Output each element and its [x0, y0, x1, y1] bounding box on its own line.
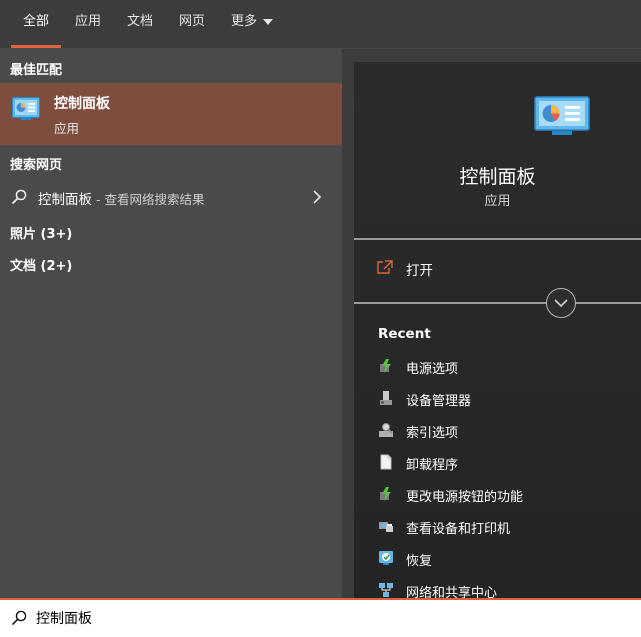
tab-web[interactable]: 网页	[167, 0, 217, 48]
preview-pane: 控制面板 应用 打开 Recent 电源选项 设备管理器 索引选项 卸载程序 更…	[354, 62, 641, 601]
preview-app-name: 控制面板	[459, 166, 536, 188]
uninstall-program-icon	[380, 454, 392, 470]
search-icon	[11, 610, 27, 626]
search-icon	[11, 189, 27, 205]
best-match-title: 控制面板	[54, 96, 110, 112]
best-match-header: 最佳匹配	[10, 63, 63, 78]
indexing-options-icon	[379, 423, 393, 437]
search-category-tabs: 全部 应用 文档 网页 更多	[0, 0, 641, 49]
open-external-icon	[377, 260, 393, 274]
photos-header[interactable]: 照片 (3+)	[10, 223, 72, 242]
control-panel-large-icon	[534, 96, 590, 135]
tab-more[interactable]: 更多	[219, 0, 285, 48]
power-options-icon	[380, 359, 391, 373]
tab-all[interactable]: 全部	[11, 0, 62, 48]
search-input[interactable]	[36, 606, 596, 630]
best-match-result[interactable]: 控制面板 应用	[0, 83, 342, 145]
device-manager-icon	[380, 391, 392, 405]
documents-header[interactable]: 文档 (2+)	[10, 255, 72, 274]
search-bar	[0, 598, 641, 637]
expand-button[interactable]	[546, 288, 576, 318]
web-search-result[interactable]: 控制面板 - 查看网络搜索结果	[0, 185, 342, 209]
recent-header: Recent	[378, 326, 431, 342]
chevron-down-icon	[554, 299, 568, 308]
chevron-right-icon	[313, 190, 322, 204]
tab-documents[interactable]: 文档	[115, 0, 165, 48]
divider	[354, 238, 641, 240]
control-panel-icon	[12, 97, 40, 120]
power-button-icon	[380, 487, 391, 501]
caret-down-icon	[263, 18, 274, 25]
best-match-subtitle: 应用	[54, 121, 80, 136]
open-label: 打开	[406, 263, 433, 279]
preview-app-type: 应用	[484, 194, 511, 209]
search-results-pane: 最佳匹配 控制面板 应用 搜索网页 控制面板 - 查看网络搜索结果 照片 (3+…	[0, 49, 342, 598]
devices-printers-icon	[379, 522, 393, 532]
divider	[354, 302, 641, 304]
web-search-query: 控制面板	[38, 192, 92, 208]
recovery-icon	[379, 551, 393, 565]
web-search-header: 搜索网页	[10, 158, 63, 173]
network-sharing-icon	[379, 583, 393, 597]
web-search-suffix: - 查看网络搜索结果	[92, 192, 205, 207]
tab-apps[interactable]: 应用	[63, 0, 113, 48]
